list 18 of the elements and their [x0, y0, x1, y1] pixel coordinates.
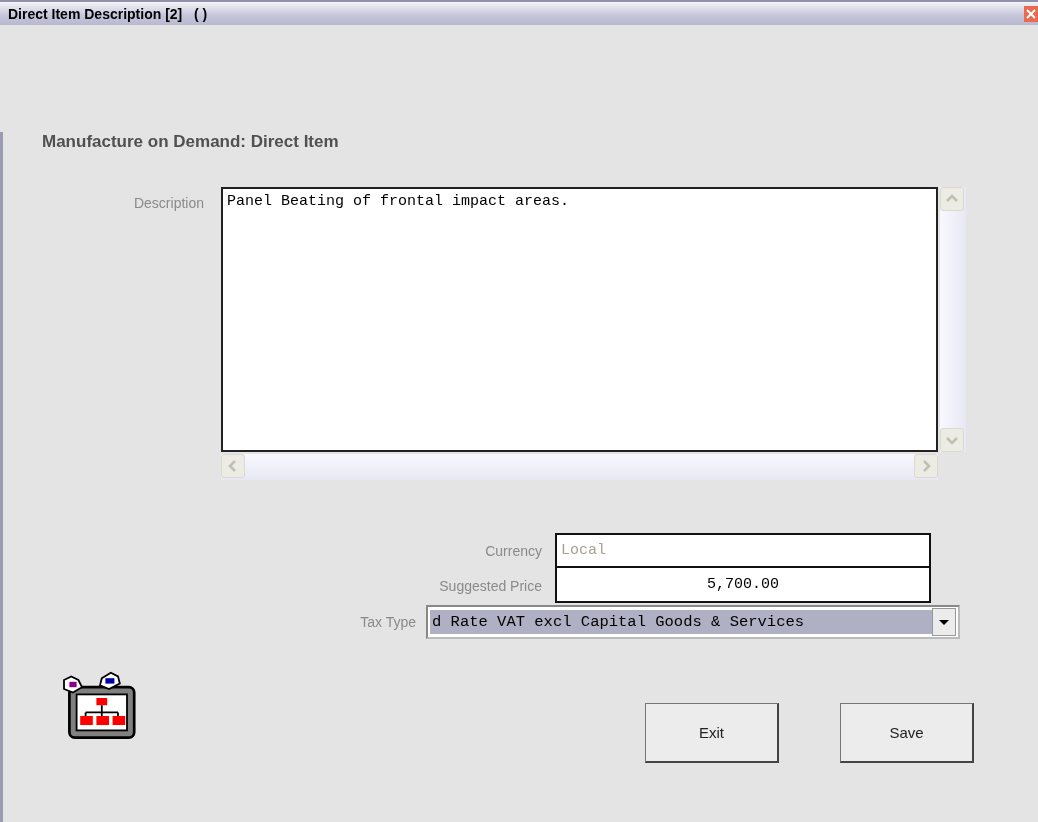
field-label: Currency: [484, 542, 543, 559]
tax-type-dropdown[interactable]: d Rate VAT excl Capital Goods & Services: [426, 605, 960, 639]
window-title: Direct Item Description [2] ( ): [7, 5, 208, 22]
field-label: Description: [132, 194, 204, 213]
dialog-button[interactable]: Exit: [645, 703, 779, 763]
field-label: Suggested Price: [438, 577, 543, 594]
horizontal-scrollbar[interactable]: [221, 454, 938, 480]
description-field[interactable]: Panel Beating of frontal impact areas.: [221, 187, 938, 452]
scroll-left-icon[interactable]: [221, 454, 245, 478]
dialog-button[interactable]: Save: [840, 703, 974, 763]
close-icon[interactable]: [1024, 5, 1038, 22]
text-field[interactable]: 5,700.00: [555, 568, 931, 603]
scroll-right-icon[interactable]: [914, 454, 938, 478]
form-heading: Manufacture on Demand: Direct Item: [42, 132, 340, 152]
field-label: Tax Type: [359, 614, 417, 630]
vertical-scrollbar[interactable]: [940, 187, 966, 452]
scroll-up-icon[interactable]: [940, 187, 964, 211]
scroll-down-icon[interactable]: [940, 428, 964, 452]
